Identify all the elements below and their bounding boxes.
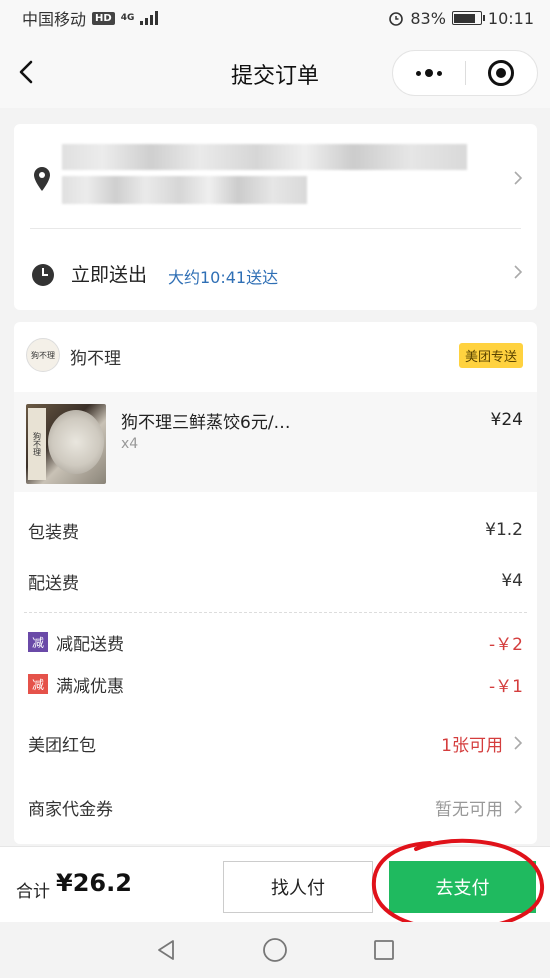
item-image: 狗不理 xyxy=(26,404,106,484)
clock-time: 10:11 xyxy=(487,8,534,28)
status-right: 83% 10:11 xyxy=(388,9,534,28)
hd-badge: HD xyxy=(92,11,115,25)
battery-icon xyxy=(451,11,485,25)
alarm-icon xyxy=(389,12,404,26)
total-label: 合计 xyxy=(16,882,50,902)
fee-value: ¥4 xyxy=(501,571,523,591)
item-price: ¥24 xyxy=(490,410,523,430)
battery-percent: 83% xyxy=(410,8,446,28)
red-packet-label: 美团红包 xyxy=(28,735,96,756)
chevron-right-icon xyxy=(514,265,523,279)
discount-tag-icon: 减 xyxy=(28,632,48,652)
discount-label: 满减优惠 xyxy=(56,676,124,697)
delivery-eta: 大约10:41送达 xyxy=(168,268,279,287)
item-image-sign: 狗不理 xyxy=(28,408,46,480)
packaging-fee-row: 包装费 ¥1.2 xyxy=(28,515,523,545)
back-triangle-icon[interactable] xyxy=(154,938,178,962)
shop-logo: 狗不理 xyxy=(26,338,60,372)
address-blurred-line-2 xyxy=(62,176,307,204)
address-row[interactable] xyxy=(14,124,537,228)
dashed-divider xyxy=(24,612,527,613)
home-circle-icon[interactable] xyxy=(262,937,288,963)
status-bar: 中国移动 HD 4G 83% 10:11 xyxy=(0,0,550,36)
carrier-label: 中国移动 xyxy=(22,10,87,29)
checkout-bar: 合计 ¥26.2 找人付 去支付 xyxy=(0,846,550,922)
delivery-time-row[interactable]: 立即送出 大约10:41送达 xyxy=(14,228,537,310)
order-card: 狗不理 狗不理 美团专送 狗不理 狗不理三鲜蒸饺6元/… x4 ¥24 包装费 … xyxy=(14,322,537,844)
discount-label: 减配送费 xyxy=(56,634,124,655)
pay-button[interactable]: 去支付 xyxy=(389,861,536,913)
delivery-badge: 美团专送 xyxy=(458,343,523,368)
friend-pay-button[interactable]: 找人付 xyxy=(223,861,373,913)
discount-row: 减 满减优惠 -￥1 xyxy=(28,670,523,698)
delivery-fee-row: 配送费 ¥4 xyxy=(28,566,523,596)
discount-row: 减 减配送费 -￥2 xyxy=(28,628,523,656)
miniprogram-capsule xyxy=(392,50,538,96)
recents-square-icon[interactable] xyxy=(372,938,396,962)
fee-label: 配送费 xyxy=(28,573,79,594)
fee-label: 包装费 xyxy=(28,522,79,543)
discount-amount: -￥1 xyxy=(489,676,523,697)
address-blurred-line-1 xyxy=(62,144,467,170)
item-name: 狗不理三鲜蒸饺6元/… xyxy=(121,413,291,433)
shop-name: 狗不理 xyxy=(70,349,121,369)
red-packet-row[interactable]: 美团红包 1张可用 xyxy=(28,728,523,758)
chevron-right-icon xyxy=(514,171,523,185)
voucher-label: 商家代金券 xyxy=(28,799,113,820)
item-quantity: x4 xyxy=(121,436,139,452)
network-label: 4G xyxy=(120,12,135,23)
address-card: 立即送出 大约10:41送达 xyxy=(14,124,537,310)
nav-bar: 提交订单 xyxy=(0,36,550,108)
chevron-right-icon xyxy=(514,800,523,814)
total-value: ¥26.2 xyxy=(56,869,132,897)
location-pin-icon xyxy=(34,167,50,191)
delivery-time-label: 立即送出 xyxy=(71,264,148,286)
signal-icon xyxy=(140,11,159,25)
target-circle-icon xyxy=(488,60,515,86)
system-nav-bar xyxy=(0,922,550,978)
close-miniprogram-button[interactable] xyxy=(466,51,538,95)
clock-icon xyxy=(32,264,54,286)
chevron-right-icon xyxy=(514,736,523,750)
discount-tag-icon: 减 xyxy=(28,674,48,694)
discount-amount: -￥2 xyxy=(489,634,523,655)
voucher-row[interactable]: 商家代金券 暂无可用 xyxy=(28,792,523,822)
voucher-value: 暂无可用 xyxy=(435,799,503,820)
order-item: 狗不理 狗不理三鲜蒸饺6元/… x4 ¥24 xyxy=(14,392,537,492)
more-button[interactable] xyxy=(393,51,465,95)
status-left: 中国移动 HD 4G xyxy=(22,6,159,30)
red-packet-value: 1张可用 xyxy=(441,735,503,756)
fee-value: ¥1.2 xyxy=(485,520,523,540)
more-dots-icon xyxy=(415,69,442,77)
